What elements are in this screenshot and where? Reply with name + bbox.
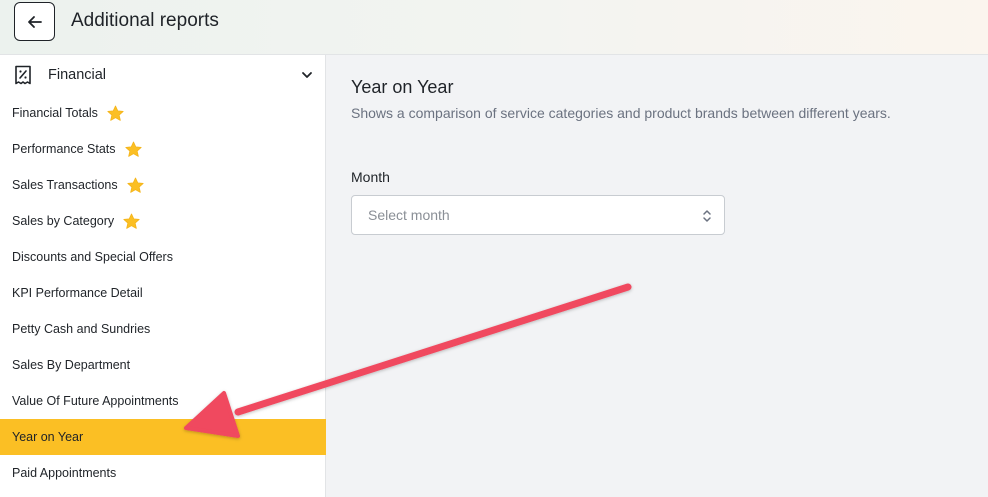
- sidebar-item-label: Performance Stats: [12, 142, 116, 156]
- star-icon[interactable]: [106, 104, 125, 123]
- page-title: Additional reports: [71, 10, 219, 31]
- sidebar-item-label: Petty Cash and Sundries: [12, 322, 151, 336]
- chevron-up-down-icon: [703, 210, 711, 222]
- sidebar-item-performance-stats[interactable]: Performance Stats: [0, 131, 326, 167]
- chevron-down-icon[interactable]: [300, 68, 314, 82]
- sidebar-item-value-future-appointments[interactable]: Value Of Future Appointments: [0, 383, 326, 419]
- sidebar-item-sales-by-category[interactable]: Sales by Category: [0, 203, 326, 239]
- sidebar-item-year-on-year[interactable]: Year on Year: [0, 419, 326, 455]
- sidebar-item-label: Paid Appointments: [12, 466, 117, 480]
- report-description: Shows a comparison of service categories…: [351, 105, 891, 121]
- star-icon[interactable]: [126, 176, 145, 195]
- sidebar-item-paid-appointments[interactable]: Paid Appointments: [0, 455, 326, 491]
- report-title: Year on Year: [351, 77, 454, 97]
- main-content: Year on Year Shows a comparison of servi…: [327, 55, 988, 497]
- sidebar-item-kpi-performance-detail[interactable]: KPI Performance Detail: [0, 275, 326, 311]
- sidebar-item-label: Sales By Department: [12, 358, 131, 372]
- sidebar-item-petty-cash-sundries[interactable]: Petty Cash and Sundries: [0, 311, 326, 347]
- month-select-placeholder: Select month: [368, 207, 450, 223]
- sidebar-item-discounts-special-offers[interactable]: Discounts and Special Offers: [0, 239, 326, 275]
- sidebar-item-label: Year on Year: [12, 430, 84, 444]
- sidebar-item-label: Sales Transactions: [12, 178, 118, 192]
- sidebar: Financial Financial Totals Performance S…: [0, 55, 326, 497]
- month-field-label: Month: [351, 169, 390, 185]
- star-icon[interactable]: [122, 212, 141, 231]
- sidebar-item-label: KPI Performance Detail: [12, 286, 143, 300]
- sidebar-item-label: Sales by Category: [12, 214, 115, 228]
- top-header: Additional reports: [0, 0, 988, 55]
- sidebar-item-label: Value Of Future Appointments: [12, 394, 179, 408]
- sidebar-item-sales-by-department[interactable]: Sales By Department: [0, 347, 326, 383]
- receipt-percent-icon: [15, 65, 31, 85]
- sidebar-section-label: Financial: [48, 67, 107, 83]
- star-icon[interactable]: [124, 140, 143, 159]
- sidebar-item-sales-transactions[interactable]: Sales Transactions: [0, 167, 326, 203]
- sidebar-item-label: Financial Totals: [12, 106, 98, 120]
- month-select[interactable]: Select month: [351, 195, 725, 235]
- sidebar-item-financial-totals[interactable]: Financial Totals: [0, 95, 326, 131]
- arrow-left-icon: [27, 15, 42, 28]
- sidebar-section-financial[interactable]: Financial: [0, 55, 326, 95]
- back-button[interactable]: [14, 2, 55, 41]
- sidebar-item-label: Discounts and Special Offers: [12, 250, 173, 264]
